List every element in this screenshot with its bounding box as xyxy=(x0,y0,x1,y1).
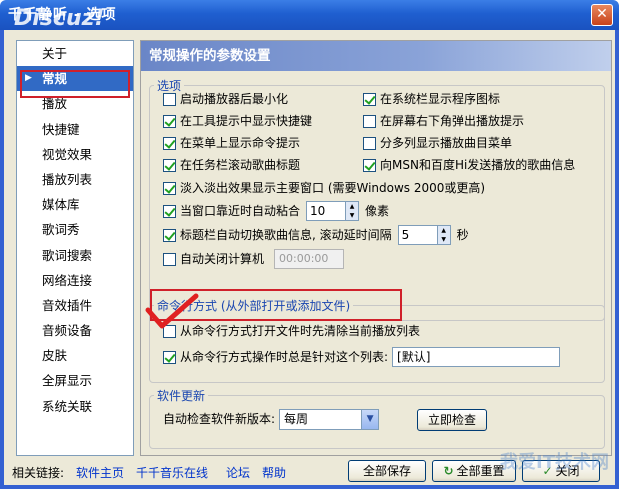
checkbox[interactable] xyxy=(163,350,176,364)
option-label: 在菜单上显示命令提示 xyxy=(180,136,301,150)
button-label: 关闭 xyxy=(555,464,580,478)
sidebar-item[interactable]: 播放 xyxy=(17,91,133,116)
sidebar-item[interactable]: 常规 xyxy=(17,66,133,92)
option-taskbar-scroll[interactable]: 在任务栏滚动歌曲标题 xyxy=(163,155,300,175)
stepper-up-icon[interactable]: ▲ xyxy=(346,202,358,211)
option-label: 在任务栏滚动歌曲标题 xyxy=(180,158,301,172)
option-label: 淡入淡出效果显示主要窗口 (需要Windows 2000或更高) xyxy=(180,181,486,195)
option-label: 标题栏自动切换歌曲信息, 滚动延时间隔 xyxy=(180,228,392,242)
sidebar-item[interactable]: 歌词搜索 xyxy=(17,243,133,268)
update-frequency-select[interactable]: 每周 ▼ xyxy=(279,408,380,430)
stepper-up-icon[interactable]: ▲ xyxy=(438,226,450,235)
option-label: 在屏幕右下角弹出播放提示 xyxy=(380,114,525,128)
window-frame: 关于常规播放快捷键视觉效果播放列表媒体库歌词秀歌词搜索网络连接音效插件音频设备皮… xyxy=(0,30,619,489)
sidebar-item[interactable]: 播放列表 xyxy=(17,167,133,192)
check-now-button[interactable]: 立即检查 xyxy=(417,409,487,431)
checkbox[interactable] xyxy=(163,204,176,218)
sidebar-item[interactable]: 媒体库 xyxy=(17,192,133,217)
stepper-down-icon[interactable]: ▼ xyxy=(346,211,358,220)
checkmark-icon: ✓ xyxy=(542,464,553,478)
settings-panel: 常规操作的参数设置 选项 启动播放器后最小化 在系统栏显示程序图标 在工具提示中… xyxy=(140,40,612,456)
option-minimize-on-start[interactable]: 启动播放器后最小化 xyxy=(163,89,288,109)
option-snap-edge[interactable]: 当窗口靠近时自动粘合 10 ▲ ▼ 像素 xyxy=(163,201,389,221)
button-label: 全部保存 xyxy=(362,464,411,478)
option-target-list[interactable]: 从命令行方式操作时总是针对这个列表: [默认] xyxy=(163,347,561,367)
option-label: 启动播放器后最小化 xyxy=(180,92,289,106)
option-clear-list[interactable]: 从命令行方式打开文件时先清除当前播放列表 xyxy=(163,321,420,341)
sidebar-item[interactable]: 全屏显示 xyxy=(17,368,133,393)
stepper-value: 5 xyxy=(401,228,410,242)
sidebar-item[interactable]: 音频设备 xyxy=(17,318,133,343)
checkbox[interactable] xyxy=(163,136,176,150)
option-tooltip-hotkeys[interactable]: 在工具提示中显示快捷键 xyxy=(163,111,312,131)
select-value: 每周 xyxy=(284,411,309,426)
unit-label: 像素 xyxy=(365,204,390,218)
stepper-down-icon[interactable]: ▼ xyxy=(438,235,450,244)
option-menu-tips[interactable]: 在菜单上显示命令提示 xyxy=(163,133,300,153)
checkbox[interactable] xyxy=(163,114,176,128)
sidebar-item[interactable]: 网络连接 xyxy=(17,268,133,293)
option-label: 分多列显示播放曲目菜单 xyxy=(380,136,513,150)
link-music-online[interactable]: 千千音乐在线 xyxy=(136,464,208,481)
close-window-button[interactable]: ✕ xyxy=(591,4,613,26)
option-label: 在工具提示中显示快捷键 xyxy=(180,114,313,128)
checkbox[interactable] xyxy=(163,92,176,106)
category-sidebar: 关于常规播放快捷键视觉效果播放列表媒体库歌词秀歌词搜索网络连接音效插件音频设备皮… xyxy=(16,40,134,456)
link-forum[interactable]: 论坛 xyxy=(226,464,250,481)
shutdown-time-input[interactable]: 00:00:00 xyxy=(274,249,345,269)
option-title-scroll[interactable]: 标题栏自动切换歌曲信息, 滚动延时间隔 5 ▲ ▼ 秒 xyxy=(163,225,469,245)
title-bar: 千千静听 - 选项 Discuz! ✕ xyxy=(0,0,619,31)
sidebar-item[interactable]: 音效插件 xyxy=(17,293,133,318)
option-label: 当窗口靠近时自动粘合 xyxy=(180,204,301,218)
close-button[interactable]: ✓ 关闭 xyxy=(522,460,600,482)
checkbox[interactable] xyxy=(363,92,376,106)
sidebar-item[interactable]: 歌词秀 xyxy=(17,217,133,242)
target-list-input[interactable]: [默认] xyxy=(392,347,561,367)
stepper-value: 10 xyxy=(310,204,326,218)
option-send-to-msn[interactable]: 向MSN和百度Hi发送播放的歌曲信息 xyxy=(363,155,575,175)
sidebar-item[interactable]: 系统关联 xyxy=(17,394,133,419)
chevron-down-icon[interactable]: ▼ xyxy=(361,409,379,429)
save-all-button[interactable]: 全部保存 xyxy=(348,460,426,482)
unit-label: 秒 xyxy=(456,228,469,242)
window-client: 关于常规播放快捷键视觉效果播放列表媒体库歌词秀歌词搜索网络连接音效插件音频设备皮… xyxy=(4,30,615,485)
link-help[interactable]: 帮助 xyxy=(262,464,286,481)
button-label: 全部重置 xyxy=(456,464,505,478)
cmdline-legend: 命令行方式 (从外部打开或添加文件) xyxy=(157,299,351,313)
checkbox[interactable] xyxy=(163,228,176,242)
sidebar-item[interactable]: 视觉效果 xyxy=(17,142,133,167)
update-row: 自动检查软件新版本: 每周 ▼ xyxy=(163,408,380,430)
reset-icon: ↻ xyxy=(443,464,454,478)
reset-all-button[interactable]: ↻ 全部重置 xyxy=(432,460,516,482)
option-label: 自动关闭计算机 xyxy=(180,252,265,266)
option-label: 从命令行方式打开文件时先清除当前播放列表 xyxy=(180,324,421,338)
watermark-logo: Discuz! xyxy=(14,6,105,31)
scroll-delay-stepper[interactable]: 5 ▲ ▼ xyxy=(397,225,451,245)
checkbox[interactable] xyxy=(163,158,176,172)
checkbox[interactable] xyxy=(163,252,176,266)
option-label: 向MSN和百度Hi发送播放的歌曲信息 xyxy=(380,158,576,172)
snap-distance-stepper[interactable]: 10 ▲ ▼ xyxy=(306,201,360,221)
option-multi-column-menu[interactable]: 分多列显示播放曲目菜单 xyxy=(363,133,512,153)
checkbox[interactable] xyxy=(163,181,176,195)
sidebar-item[interactable]: 快捷键 xyxy=(17,117,133,142)
checkbox[interactable] xyxy=(163,324,176,338)
checkbox[interactable] xyxy=(363,136,376,150)
checkbox[interactable] xyxy=(363,114,376,128)
option-bottom-right-popup[interactable]: 在屏幕右下角弹出播放提示 xyxy=(363,111,524,131)
sidebar-item[interactable]: 皮肤 xyxy=(17,343,133,368)
option-fade-effect[interactable]: 淡入淡出效果显示主要窗口 (需要Windows 2000或更高) xyxy=(163,178,485,198)
option-auto-shutdown[interactable]: 自动关闭计算机 00:00:00 xyxy=(163,249,345,269)
option-tray-icon[interactable]: 在系统栏显示程序图标 xyxy=(363,89,500,109)
option-label: 从命令行方式操作时总是针对这个列表: xyxy=(180,350,389,364)
option-label: 在系统栏显示程序图标 xyxy=(380,92,501,106)
panel-title: 常规操作的参数设置 xyxy=(141,41,611,71)
update-label: 自动检查软件新版本: xyxy=(163,412,276,426)
update-legend: 软件更新 xyxy=(157,389,206,403)
related-links-label: 相关链接: xyxy=(12,466,65,480)
sidebar-item[interactable]: 关于 xyxy=(17,41,133,66)
link-homepage[interactable]: 软件主页 xyxy=(76,464,124,481)
footer: 相关链接: 软件主页 千千音乐在线 论坛 帮助 全部保存 ↻ 全部重置 ✓ 关闭 xyxy=(4,460,615,485)
checkbox[interactable] xyxy=(363,158,376,172)
